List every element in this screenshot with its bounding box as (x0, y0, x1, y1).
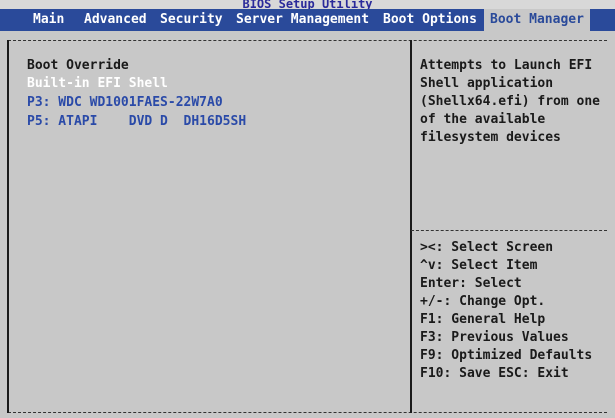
boot-item-p5-atapi[interactable]: P5: ATAPI DVD D DH16D5SH (27, 114, 246, 130)
key-previous-values: F3: Previous Values (420, 330, 569, 345)
help-description-line: of the available (420, 112, 546, 127)
help-description-line: filesystem devices (420, 130, 561, 145)
tab-security[interactable]: Security (160, 9, 223, 31)
help-separator (411, 230, 607, 231)
help-description-line: Attempts to Launch EFI (420, 58, 593, 73)
help-description-line: Shell application (420, 76, 554, 91)
frame-bottom-border (8, 412, 607, 413)
frame-divider (410, 40, 412, 413)
tab-server-management[interactable]: Server Management (236, 9, 369, 31)
key-change-opt: +/-: Change Opt. (420, 294, 546, 309)
tab-boot-options[interactable]: Boot Options (383, 9, 477, 31)
boot-override-heading: Boot Override (27, 58, 129, 73)
frame-left-border (7, 40, 9, 413)
frame-top-border (8, 40, 607, 41)
window-title: BIOS Setup Utility (0, 0, 615, 9)
key-general-help: F1: General Help (420, 312, 546, 327)
menu-bar: Main Advanced Security Server Management… (0, 9, 615, 31)
tab-advanced[interactable]: Advanced (84, 9, 147, 31)
key-optimized-defaults: F9: Optimized Defaults (420, 348, 593, 363)
boot-item-p3-wdc[interactable]: P3: WDC WD1001FAES-22W7A0 (27, 95, 223, 111)
boot-item-efi-shell[interactable]: Built-in EFI Shell (27, 76, 168, 92)
key-select-screen: ><: Select Screen (420, 240, 554, 255)
help-description-line: (Shellx64.efi) from one (420, 94, 601, 109)
key-save-exit: F10: Save ESC: Exit (420, 366, 569, 381)
key-select-item: ^v: Select Item (420, 258, 538, 273)
key-enter-select: Enter: Select (420, 276, 522, 291)
tab-boot-manager[interactable]: Boot Manager (484, 9, 590, 31)
tab-main[interactable]: Main (33, 9, 64, 31)
